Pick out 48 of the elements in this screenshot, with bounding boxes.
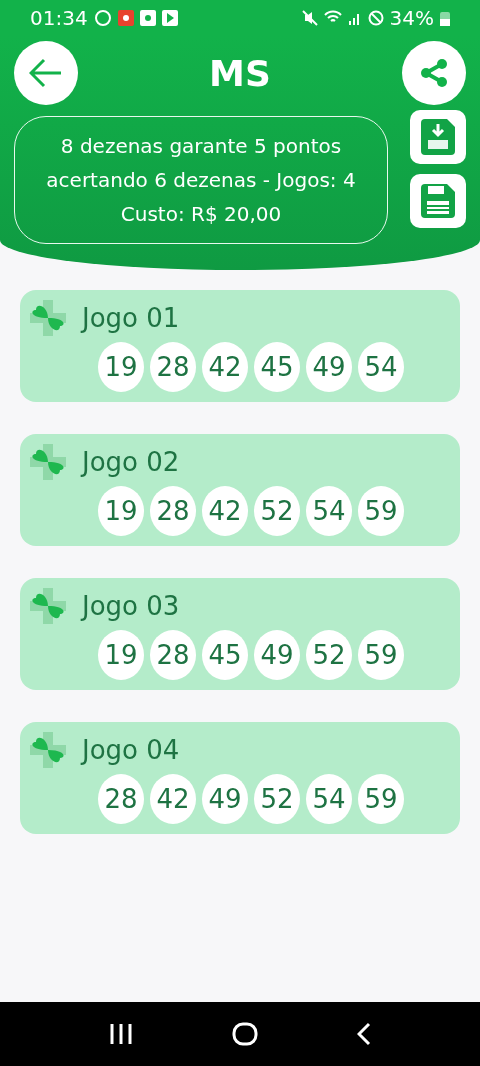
number-ball: 28 — [150, 342, 196, 392]
pdf-button[interactable] — [410, 110, 466, 164]
number-ball: 45 — [254, 342, 300, 392]
number-ball: 42 — [202, 486, 248, 536]
page-title: MS — [208, 52, 272, 94]
play-icon — [161, 10, 178, 26]
number-ball: 59 — [358, 774, 404, 824]
game-label: Jogo 03 — [82, 591, 180, 621]
game-label: Jogo 01 — [82, 303, 180, 333]
share-icon — [418, 57, 450, 89]
number-ball: 52 — [306, 630, 352, 680]
clover-icon — [28, 586, 68, 626]
clock: 01:34 — [30, 6, 88, 30]
number-ball: 45 — [202, 630, 248, 680]
number-ball: 19 — [98, 486, 144, 536]
pdf-download-icon — [419, 117, 457, 157]
number-ball: 28 — [150, 630, 196, 680]
number-ball: 59 — [358, 486, 404, 536]
number-ball: 54 — [306, 774, 352, 824]
number-ball: 49 — [306, 342, 352, 392]
summary-text: 8 dezenas garante 5 pontos acertando 6 dezenas - Jogos: 4 Custo: R$ 20,00 — [14, 116, 388, 244]
number-ball: 52 — [254, 774, 300, 824]
number-ball: 49 — [202, 774, 248, 824]
number-ball: 52 — [254, 486, 300, 536]
number-ball: 28 — [150, 486, 196, 536]
number-ball: 54 — [358, 342, 404, 392]
number-ball: 42 — [202, 342, 248, 392]
blocked-icon — [367, 10, 384, 26]
number-ball: 54 — [306, 486, 352, 536]
recent-apps-icon[interactable] — [109, 1023, 134, 1045]
number-ball: 19 — [98, 630, 144, 680]
number-ball: 49 — [254, 630, 300, 680]
mute-icon — [301, 10, 318, 26]
number-ball: 59 — [358, 630, 404, 680]
home-icon[interactable] — [232, 1022, 258, 1046]
number-ball: 28 — [98, 774, 144, 824]
game-label: Jogo 04 — [82, 735, 180, 765]
number-ball: 42 — [150, 774, 196, 824]
battery-level: 34% — [389, 6, 434, 30]
battery-icon — [440, 10, 450, 26]
save-button[interactable] — [410, 174, 466, 228]
clover-icon — [28, 442, 68, 482]
clover-icon — [28, 730, 68, 770]
back-icon[interactable] — [356, 1022, 371, 1046]
game-label: Jogo 02 — [82, 447, 180, 477]
back-arrow-icon — [29, 58, 63, 88]
clover-icon — [28, 298, 68, 338]
number-ball: 19 — [98, 342, 144, 392]
